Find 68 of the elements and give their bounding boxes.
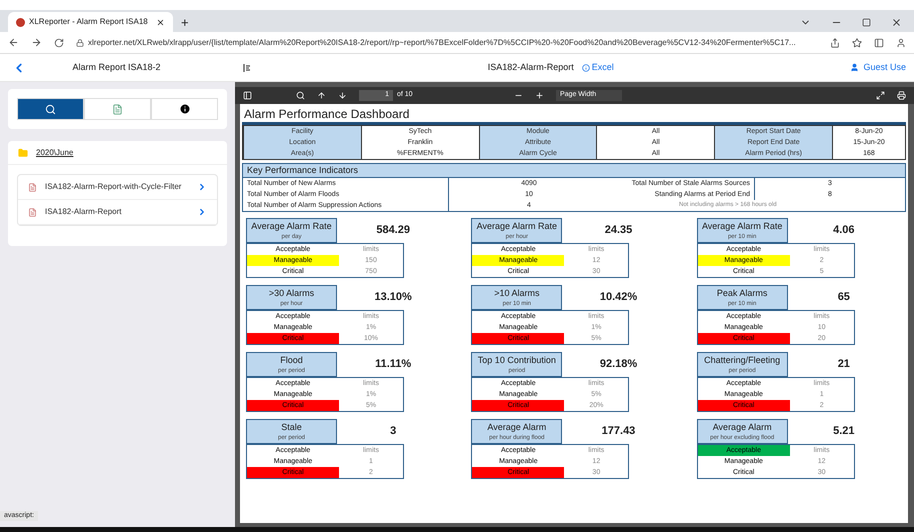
metric-title: Average Alarm (712, 422, 772, 432)
folder-icon (18, 148, 28, 158)
app-title: Alarm Report ISA18-2 (71, 60, 162, 74)
restore-icon[interactable] (862, 18, 871, 26)
collapse-icon[interactable] (243, 64, 251, 72)
metric-value: 92.18% (600, 357, 638, 372)
up-arrow-icon[interactable] (317, 91, 326, 100)
user-icon (850, 63, 860, 72)
kpi-header: Key Performance Indicators (243, 164, 905, 178)
metric-title: Peak Alarms (716, 288, 768, 298)
forward-icon[interactable] (31, 37, 42, 48)
metric-value: 4.06 (833, 223, 855, 238)
metric-value: 13.10% (374, 290, 412, 306)
chevron-right-icon (197, 182, 207, 192)
metric-title: >10 Alarms (494, 288, 540, 298)
metric-value: 5.21 (833, 424, 855, 440)
zoom-in-icon[interactable] (535, 91, 544, 100)
close-icon[interactable] (156, 18, 165, 26)
folder-link[interactable]: 2020\June (36, 146, 74, 158)
metric-value: 584.29 (376, 223, 410, 238)
tab-title: XLReporter - Alarm Report ISA18 (29, 16, 149, 28)
metric-title: Top 10 Contribution (478, 356, 556, 364)
excel-link[interactable]: Excel (582, 60, 614, 74)
info-icon (178, 103, 190, 115)
metric-title: Flood (280, 356, 303, 364)
profile-icon[interactable] (896, 38, 906, 48)
document-icon (28, 182, 37, 192)
fullscreen-icon[interactable] (876, 91, 885, 100)
metric-title: Average Alarm Rate (476, 222, 558, 230)
print-icon[interactable] (897, 91, 906, 100)
address-field[interactable]: xlreporter.net/XLRweb/xlrapp/user/{list/template/Alarm%20Report%20ISA18-2/report//rp~report/%7BExcelFolder%7D%5CCIP%20-%20Food%20and%20Beverage%5CV12-34%20Fermenter%5C17... (76, 36, 818, 48)
metric-value: 177.43 (602, 424, 636, 440)
report-title: Alarm Performance Dashboard (243, 107, 410, 121)
metric-title: Average Alarm Rate (251, 222, 332, 230)
metric-title: >30 Alarms (268, 288, 314, 298)
report-item[interactable]: ISA182-Alarm-Report (18, 200, 217, 225)
document-icon (28, 208, 37, 216)
view-tab[interactable] (151, 98, 218, 120)
metric-value: 10.42% (600, 290, 638, 306)
lock-icon (76, 38, 84, 46)
sidebar-icon[interactable] (874, 38, 884, 48)
browser-tab[interactable]: XLReporter - Alarm Report ISA18 (8, 12, 173, 32)
down-arrow-icon[interactable] (338, 91, 347, 100)
user-link[interactable]: Guest Use (850, 60, 906, 74)
report-name: ISA182-Alarm-Report (488, 60, 574, 74)
close-icon[interactable] (891, 16, 902, 28)
search-icon (45, 104, 56, 114)
star-icon[interactable] (852, 38, 862, 48)
sidebar-toggle-icon[interactable] (243, 91, 252, 100)
metric-title: Chattering/Fleeting (704, 356, 780, 364)
metric-title: Average Alarm Rate (702, 222, 782, 230)
back-icon[interactable] (8, 37, 19, 48)
metric-title: Average Alarm (487, 422, 546, 432)
site-logo-icon (16, 18, 25, 26)
metric-value: 24.35 (604, 223, 632, 238)
search-icon[interactable] (296, 91, 305, 100)
metric-value: 3 (390, 424, 396, 440)
spreadsheet-icon (112, 104, 123, 114)
metric-value: 65 (838, 290, 850, 306)
chevron-right-icon (197, 207, 207, 217)
metric-title: Stale (281, 422, 302, 432)
reload-icon[interactable] (54, 38, 64, 48)
metric-value: 11.11% (375, 357, 412, 372)
info-icon (582, 64, 590, 72)
metric-value: 21 (838, 357, 850, 372)
share-icon[interactable] (830, 38, 840, 48)
report-item[interactable]: ISA182-Alarm-Report-with-Cycle-Filter (18, 175, 217, 200)
new-tab-button[interactable]: + (173, 12, 197, 32)
